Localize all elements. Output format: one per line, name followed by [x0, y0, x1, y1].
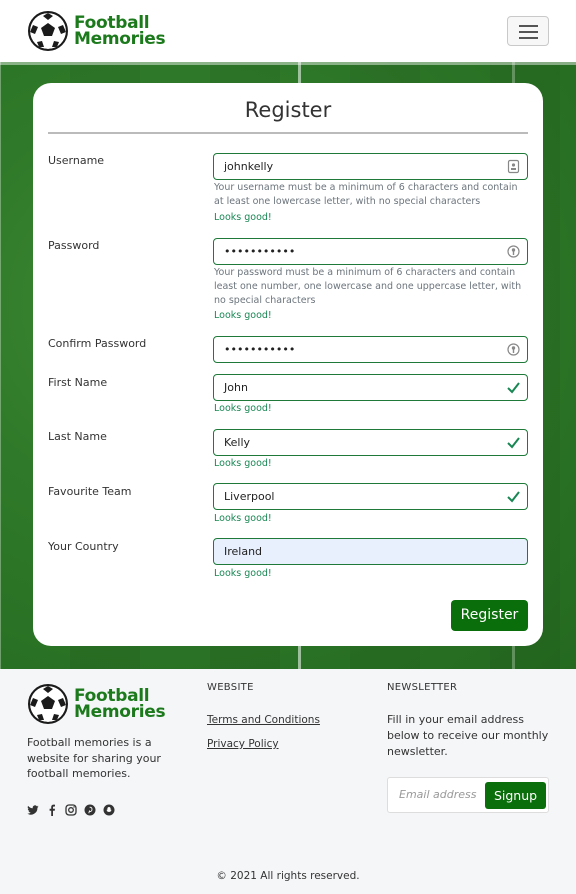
contact-card-icon [507, 159, 520, 174]
signup-button[interactable]: Signup [485, 782, 546, 809]
last-name-label: Last Name [48, 430, 107, 443]
country-input[interactable]: Ireland [213, 538, 528, 565]
brand-logo[interactable]: Football Memories [28, 11, 166, 51]
terms-link[interactable]: Terms and Conditions [207, 714, 320, 726]
pitch-line [0, 62, 1, 669]
country-value: Ireland [224, 545, 263, 558]
email-input[interactable]: Email address [399, 788, 479, 801]
check-icon [507, 437, 520, 449]
register-title: Register [244, 98, 332, 122]
last-name-input[interactable]: Kelly [213, 429, 528, 456]
first-name-label: First Name [48, 376, 108, 389]
password-input[interactable]: ••••••••••• [213, 238, 528, 265]
check-icon [507, 491, 520, 503]
first-name-value: John [224, 381, 248, 394]
social-links [27, 801, 115, 816]
copyright: © 2021 All rights reserved. [216, 870, 360, 882]
key-icon [507, 343, 520, 356]
favourite-team-input[interactable]: Liverpool [213, 483, 528, 510]
football-icon [28, 11, 68, 51]
footer-description: Football memories is a website for shari… [27, 736, 161, 780]
username-input[interactable]: johnkelly [213, 153, 528, 180]
country-valid: Looks good! [214, 568, 272, 579]
password-valid: Looks good! [214, 310, 272, 321]
football-icon [28, 684, 68, 724]
last-name-valid: Looks good! [214, 458, 272, 469]
favourite-team-label: Favourite Team [48, 485, 132, 498]
key-icon [507, 245, 520, 258]
pinterest-icon[interactable] [84, 801, 96, 816]
country-label: Your Country [48, 540, 119, 553]
username-value: johnkelly [224, 160, 274, 173]
twitter-icon[interactable] [27, 801, 39, 815]
brand-line-2: Memories [74, 29, 166, 49]
title-divider [48, 132, 528, 134]
footer-brand-logo[interactable]: Football Memories [28, 684, 166, 724]
favourite-team-valid: Looks good! [214, 513, 272, 524]
newsletter-heading: NEWSLETTER [387, 682, 458, 693]
confirm-password-input[interactable]: ••••••••••• [213, 336, 528, 363]
newsletter-form: Email address Signup [387, 777, 549, 813]
password-value: ••••••••••• [224, 245, 296, 258]
confirm-password-value: ••••••••••• [224, 343, 296, 356]
snapchat-icon[interactable] [103, 801, 115, 816]
pitch-line [0, 62, 576, 65]
last-name-value: Kelly [224, 436, 251, 449]
website-heading: WEBSITE [207, 682, 254, 693]
register-card: Register Username johnkelly Your usernam… [33, 83, 543, 646]
username-label: Username [48, 154, 105, 167]
favourite-team-value: Liverpool [224, 490, 275, 503]
navbar: Football Memories [0, 0, 576, 62]
check-icon [507, 382, 520, 394]
privacy-link[interactable]: Privacy Policy [207, 738, 279, 750]
hamburger-menu-icon[interactable] [507, 16, 549, 46]
password-label: Password [48, 239, 100, 252]
username-valid: Looks good! [214, 212, 272, 223]
newsletter-text: Fill in your email address below to rece… [387, 713, 549, 758]
register-button[interactable]: Register [451, 600, 528, 631]
first-name-input[interactable]: John [213, 374, 528, 401]
password-help: Your password must be a minimum of 6 cha… [214, 267, 522, 306]
first-name-valid: Looks good! [214, 403, 272, 414]
facebook-icon[interactable] [46, 801, 58, 816]
username-help: Your username must be a minimum of 6 cha… [214, 182, 518, 207]
confirm-password-label: Confirm Password [48, 337, 147, 350]
footer-brand-line-2: Memories [74, 702, 166, 722]
instagram-icon[interactable] [65, 801, 77, 816]
